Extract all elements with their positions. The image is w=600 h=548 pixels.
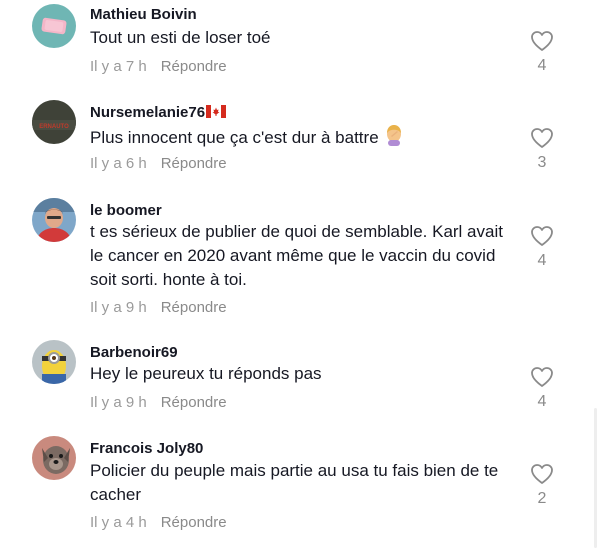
avatar[interactable] [32,198,76,242]
person-facepalming-emoji-icon [383,124,405,153]
comment-time: Il y a 6 h [90,155,147,172]
heart-icon [531,464,553,484]
like-button[interactable]: 2 [528,463,556,508]
reply-button[interactable]: Répondre [161,514,227,531]
comment-text: Tout un esti de loser toé [90,28,271,47]
comment-meta: Il y a 9 h Répondre [90,394,227,412]
avatar[interactable] [32,436,76,480]
canada-flag-icon [206,105,227,123]
like-button[interactable]: 4 [528,225,556,270]
heart-icon [531,367,553,387]
like-count: 4 [537,252,547,269]
minion-avatar-icon [32,340,76,384]
like-count: 4 [537,393,547,410]
heart-icon [531,31,553,51]
comment-username[interactable]: Nursemelanie76 [90,104,227,123]
heart-icon [531,226,553,246]
reply-button[interactable]: Répondre [161,155,227,172]
comment-text: Policier du peuple mais partie au usa tu… [90,461,499,504]
comment-meta: Il y a 4 h Répondre [90,514,227,532]
like-button[interactable]: 3 [528,127,556,172]
comment-time: Il y a 9 h [90,394,147,411]
avatar[interactable] [32,340,76,384]
username-text: Nursemelanie76 [90,104,206,121]
like-count: 4 [537,57,547,74]
avatar[interactable]: ERNAUTO [32,100,76,144]
comment-text: t es sérieux de publier de quoi de sembl… [90,222,503,289]
dog-avatar-icon [32,436,76,480]
like-button[interactable]: 4 [528,30,556,75]
comment-username[interactable]: Barbenoir69 [90,344,178,362]
comment-text: Hey le peureux tu réponds pas [90,364,322,383]
comment-time: Il y a 4 h [90,514,147,531]
comment-meta: Il y a 9 h Répondre [90,299,227,317]
comment-time: Il y a 7 h [90,58,147,75]
reply-button[interactable]: Répondre [161,299,227,316]
like-count: 2 [537,490,547,507]
scrollbar[interactable] [594,408,597,548]
comment-username[interactable]: Francois Joly80 [90,440,203,458]
like-count: 3 [537,154,547,171]
dark-shirt-avatar-icon: ERNAUTO [32,100,76,144]
reply-button[interactable]: Répondre [161,394,227,411]
like-button[interactable]: 4 [528,366,556,411]
comment-text-content: Plus innocent que ça c'est dur à battre [90,128,379,147]
comment-username[interactable]: le boomer [90,202,162,220]
heart-icon [531,128,553,148]
comment-username[interactable]: Mathieu Boivin [90,6,197,24]
comment-meta: Il y a 7 h Répondre [90,58,227,76]
svg-text:ERNAUTO: ERNAUTO [39,124,69,130]
avatar[interactable] [32,4,76,48]
comment-time: Il y a 9 h [90,299,147,316]
pink-eraser-avatar-icon [32,4,76,48]
comment-text: Plus innocent que ça c'est dur à battre [90,124,510,153]
reply-button[interactable]: Répondre [161,58,227,75]
man-red-shirt-avatar-icon [32,198,76,242]
comment-meta: Il y a 6 h Répondre [90,155,227,173]
